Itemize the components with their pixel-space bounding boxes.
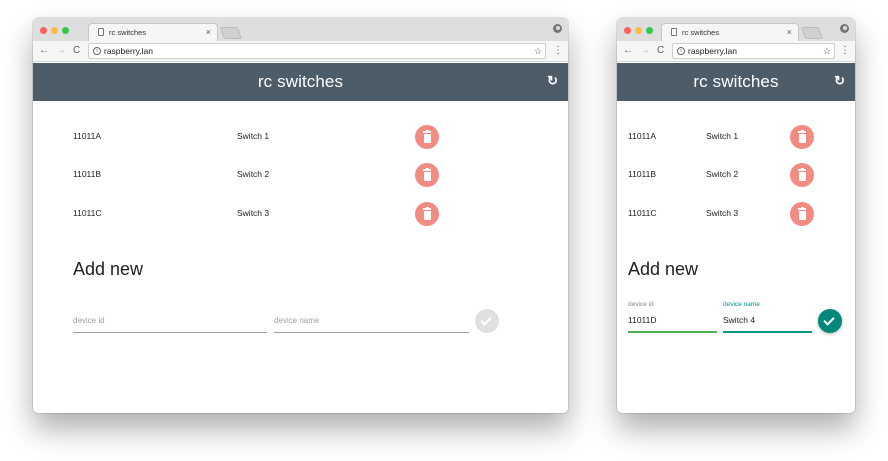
device-name-value: Switch 4 [723, 315, 756, 325]
refresh-icon[interactable]: ↻ [547, 74, 558, 88]
switch-row: 11011B Switch 2 [617, 163, 855, 187]
switch-row: 11011A Switch 1 [33, 125, 568, 149]
delete-switch-button[interactable] [790, 202, 814, 226]
switch-row: 11011A Switch 1 [617, 125, 855, 149]
window-controls [624, 27, 657, 34]
switch-id: 11011C [628, 208, 657, 218]
profile-icon[interactable] [840, 24, 849, 33]
reload-icon[interactable]: C [657, 43, 664, 59]
switch-id: 11011B [73, 169, 102, 179]
minimize-window-button[interactable] [635, 27, 642, 34]
browser-window-small: rc switches × ← → C i raspberry.lan ☆ ⋮ … [617, 18, 855, 413]
app-bar: rc switches ↻ [617, 63, 855, 101]
field-underline [274, 332, 469, 333]
switch-name: Switch 1 [237, 131, 270, 141]
close-window-button[interactable] [624, 27, 631, 34]
switch-id: 11011C [73, 208, 102, 218]
url-text: raspberry.lan [104, 46, 153, 56]
trash-icon [423, 129, 431, 133]
tab-close-icon[interactable]: × [206, 24, 211, 41]
add-new-heading: Add new [628, 259, 699, 279]
delete-switch-button[interactable] [415, 163, 439, 187]
tab-strip: rc switches × [33, 18, 568, 41]
trash-icon [798, 167, 806, 171]
trash-icon [423, 167, 431, 171]
add-switch-button[interactable] [818, 309, 842, 333]
profile-icon[interactable] [553, 24, 562, 33]
close-window-button[interactable] [40, 27, 47, 34]
check-icon [823, 314, 835, 326]
tab-close-icon[interactable]: × [787, 24, 792, 41]
app-bar: rc switches ↻ [33, 63, 568, 101]
reload-icon[interactable]: C [73, 43, 80, 59]
device-name-field[interactable]: device name Switch 4 [723, 301, 812, 333]
browser-tab[interactable]: rc switches × [661, 23, 799, 41]
browser-toolbar: ← → C i raspberry.lan ☆ ⋮ [33, 41, 568, 62]
info-icon[interactable]: i [677, 47, 685, 55]
add-switch-button[interactable] [475, 309, 499, 333]
device-id-field[interactable]: device id [73, 311, 267, 333]
delete-switch-button[interactable] [415, 202, 439, 226]
device-id-value: 11011D [628, 315, 657, 325]
device-id-field[interactable]: device id 11011D [628, 301, 717, 333]
browser-window-large: rc switches × ← → C i raspberry.lan ☆ ⋮ … [33, 18, 568, 413]
tab-strip: rc switches × [617, 18, 855, 41]
bookmark-star-icon[interactable]: ☆ [823, 44, 831, 58]
browser-toolbar: ← → C i raspberry.lan ☆ ⋮ [617, 41, 855, 62]
page-icon [98, 28, 104, 36]
zoom-window-button[interactable] [62, 27, 69, 34]
trash-icon [423, 206, 431, 210]
switch-name: Switch 2 [237, 169, 270, 179]
device-name-placeholder: device name [274, 316, 320, 325]
add-new-heading: Add new [73, 259, 144, 279]
refresh-icon[interactable]: ↻ [834, 74, 845, 88]
field-underline [723, 331, 812, 333]
window-controls [40, 27, 73, 34]
delete-switch-button[interactable] [415, 125, 439, 149]
trash-icon [798, 129, 806, 133]
switch-name: Switch 1 [706, 131, 739, 141]
device-name-label: device name [723, 301, 760, 308]
device-name-field[interactable]: device name [274, 311, 469, 333]
app-title: rc switches [693, 72, 779, 91]
address-bar[interactable]: i raspberry.lan ☆ [88, 43, 546, 59]
device-id-label: device id [628, 301, 654, 308]
back-icon[interactable]: ← [623, 43, 633, 59]
url-text: raspberry.lan [688, 46, 737, 56]
minimize-window-button[interactable] [51, 27, 58, 34]
switch-id: 11011B [628, 169, 657, 179]
tab-title: rc switches [682, 28, 720, 37]
forward-icon[interactable]: → [56, 43, 66, 59]
switch-row: 11011C Switch 3 [617, 202, 855, 226]
device-id-placeholder: device id [73, 316, 105, 325]
delete-switch-button[interactable] [790, 125, 814, 149]
new-tab-button[interactable] [800, 27, 824, 39]
info-icon[interactable]: i [93, 47, 101, 55]
zoom-window-button[interactable] [646, 27, 653, 34]
forward-icon[interactable]: → [640, 43, 650, 59]
switch-name: Switch 3 [706, 208, 739, 218]
page-icon [671, 28, 677, 36]
switch-id: 11011A [628, 131, 657, 141]
switch-row: 11011C Switch 3 [33, 202, 568, 226]
switch-row: 11011B Switch 2 [33, 163, 568, 187]
back-icon[interactable]: ← [39, 43, 49, 59]
check-icon [480, 314, 492, 326]
switch-name: Switch 2 [706, 169, 739, 179]
browser-menu-icon[interactable]: ⋮ [840, 43, 850, 59]
app-title: rc switches [257, 72, 344, 91]
switch-id: 11011A [73, 131, 102, 141]
field-underline [628, 331, 717, 333]
trash-icon [798, 206, 806, 210]
address-bar[interactable]: i raspberry.lan ☆ [672, 43, 835, 59]
tab-title: rc switches [109, 28, 147, 37]
field-underline [73, 332, 267, 333]
bookmark-star-icon[interactable]: ☆ [534, 44, 542, 58]
new-tab-button[interactable] [219, 27, 243, 39]
browser-tab[interactable]: rc switches × [88, 23, 218, 41]
browser-menu-icon[interactable]: ⋮ [553, 43, 563, 59]
delete-switch-button[interactable] [790, 163, 814, 187]
switch-name: Switch 3 [237, 208, 270, 218]
